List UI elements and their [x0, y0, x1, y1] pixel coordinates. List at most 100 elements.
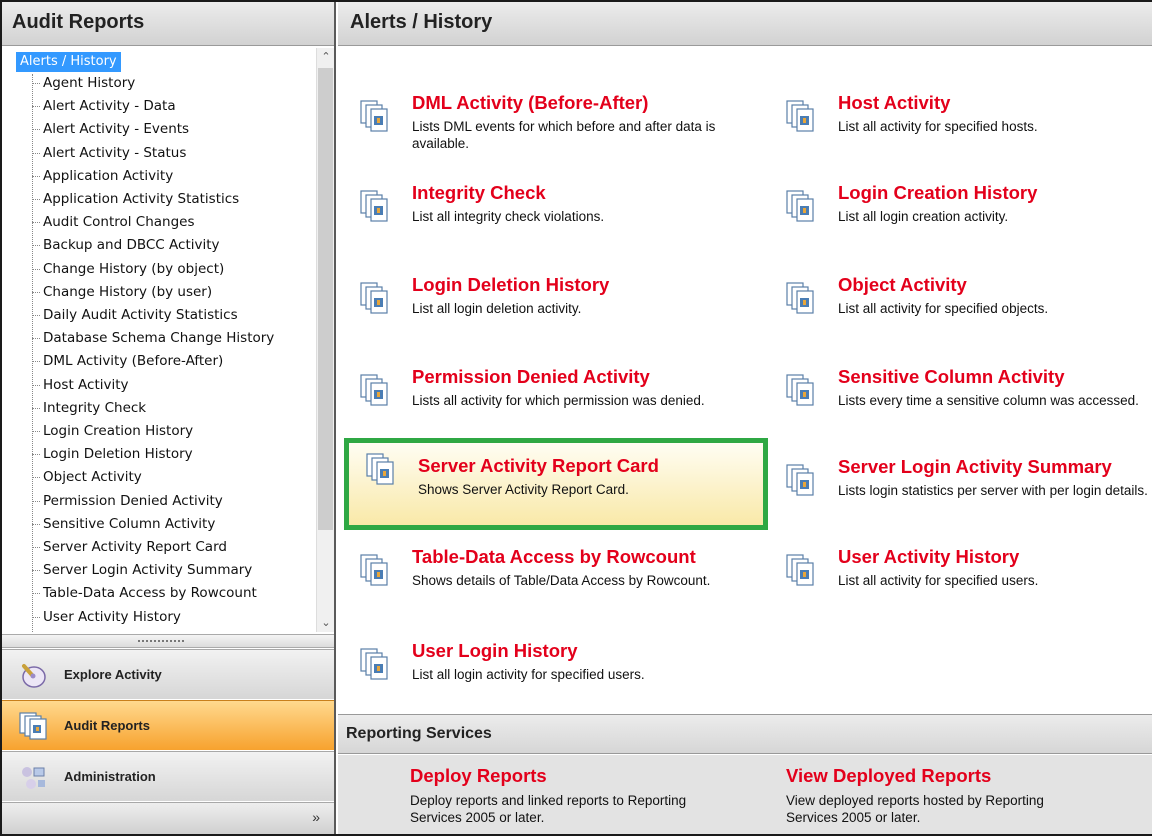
tree-item[interactable]: Daily Audit Activity Statistics: [28, 304, 238, 327]
tree-item-label: Object Activity: [43, 469, 142, 486]
tree-item-label: Application Activity: [43, 167, 174, 184]
tree-item[interactable]: Agent History: [28, 72, 135, 95]
tree-item[interactable]: Login Creation History: [28, 420, 193, 443]
tree-item-label: Alert Activity - Events: [43, 121, 190, 138]
report-title[interactable]: Server Activity Report Card: [418, 455, 659, 477]
tree-item[interactable]: Server Activity Report Card: [28, 536, 227, 559]
report-title[interactable]: DML Activity (Before-After): [412, 92, 648, 114]
tree-item[interactable]: Alert Activity - Status: [28, 142, 186, 165]
tree-item-label: Daily Audit Activity Statistics: [43, 307, 238, 323]
tree-item-label: Table-Data Access by Rowcount: [43, 585, 257, 602]
deploy-reports-link[interactable]: Deploy Reports Deploy reports and linked…: [410, 765, 710, 826]
tree-item[interactable]: Server Login Activity Summary: [28, 559, 252, 582]
report-title[interactable]: User Activity History: [838, 546, 1019, 568]
report-title[interactable]: User Login History: [412, 640, 578, 662]
report-stack-icon: [360, 282, 390, 316]
tree-item[interactable]: User Activity History: [28, 606, 181, 629]
tree-item[interactable]: Table-Data Access by Rowcount: [28, 582, 257, 605]
tree-item[interactable]: Object Activity: [28, 466, 142, 489]
tree-item-label: Host Activity: [43, 376, 129, 393]
view-deployed-desc: View deployed reports hosted by Reportin…: [786, 793, 1044, 825]
report-tree[interactable]: Alerts / History Agent History Alert Acti…: [2, 48, 316, 632]
tree-item[interactable]: Alert Activity - Events: [28, 118, 189, 141]
tree-item[interactable]: Host Activity: [28, 374, 129, 397]
pane-splitter[interactable]: [2, 634, 334, 648]
tree-item[interactable]: Backup and DBCC Activity: [28, 234, 220, 257]
tree-scrollbar[interactable]: ⌃ ⌄: [316, 48, 334, 632]
report-item[interactable]: User Login History List all login activit…: [338, 638, 738, 718]
report-title[interactable]: Table-Data Access by Rowcount: [412, 546, 696, 568]
report-item[interactable]: Object Activity List all activity for spe…: [764, 272, 1152, 352]
tree-item[interactable]: Login Deletion History: [28, 443, 193, 466]
telescope-icon: [22, 664, 46, 688]
report-item[interactable]: User Activity History List all activity f…: [764, 544, 1152, 624]
scroll-thumb[interactable]: [318, 68, 333, 530]
report-title[interactable]: Permission Denied Activity: [412, 366, 650, 388]
tree-item[interactable]: Sensitive Column Activity: [28, 513, 215, 536]
tree-item[interactable]: DML Activity (Before-After): [28, 350, 223, 373]
report-description: List all login deletion activity.: [412, 301, 582, 316]
nav-explore-activity[interactable]: Explore Activity: [2, 649, 334, 699]
tree-item-label: Change History (by object): [43, 260, 225, 277]
report-stack-icon: [786, 464, 816, 498]
report-stack-icon: [786, 282, 816, 316]
report-title[interactable]: Login Deletion History: [412, 274, 609, 296]
tree-item-label: Database Schema Change History: [43, 330, 275, 347]
report-title[interactable]: Integrity Check: [412, 182, 546, 204]
nav-administration[interactable]: Administration: [2, 751, 334, 801]
double-chevron-down-icon[interactable]: »: [312, 809, 320, 825]
tree-item-label: Integrity Check: [43, 399, 147, 416]
view-deployed-title[interactable]: View Deployed Reports: [786, 765, 1086, 787]
scroll-up-arrow-icon[interactable]: ⌃: [317, 48, 335, 66]
tree-item-label: Server Activity Report Card: [43, 539, 227, 555]
tree-item[interactable]: Change History (by user): [28, 281, 212, 304]
report-item[interactable]: Server Activity Report Card Shows Server …: [344, 438, 768, 530]
report-item[interactable]: DML Activity (Before-After) Lists DML eve…: [338, 90, 738, 170]
report-description: List all integrity check violations.: [412, 209, 605, 224]
left-pane-title: Audit Reports: [2, 2, 334, 46]
report-stack-icon: [19, 712, 47, 740]
report-item[interactable]: Host Activity List all activity for speci…: [764, 90, 1152, 170]
report-title[interactable]: Sensitive Column Activity: [838, 366, 1065, 388]
nav-overflow-bar[interactable]: »: [2, 802, 334, 834]
tree-item[interactable]: User Login History: [28, 629, 167, 633]
tree-item[interactable]: Audit Control Changes: [28, 211, 195, 234]
report-description: Shows Server Activity Report Card.: [418, 482, 629, 497]
report-title[interactable]: Login Creation History: [838, 182, 1037, 204]
report-item[interactable]: Integrity Check List all integrity check …: [338, 180, 738, 260]
tree-item[interactable]: Change History (by object): [28, 258, 224, 281]
report-description: Lists all activity for which permission …: [412, 393, 705, 408]
tree-item[interactable]: Application Activity: [28, 165, 173, 188]
tree-item-label: Permission Denied Activity: [43, 492, 223, 509]
tree-item-label: Login Creation History: [43, 423, 194, 439]
tree-item[interactable]: Integrity Check: [28, 397, 146, 420]
tree-item[interactable]: Database Schema Change History: [28, 327, 274, 350]
tree-item-label: Application Activity Statistics: [43, 191, 240, 207]
report-title[interactable]: Host Activity: [838, 92, 950, 114]
report-title[interactable]: Object Activity: [838, 274, 967, 296]
view-deployed-reports-link[interactable]: View Deployed Reports View deployed repo…: [786, 765, 1086, 826]
right-pane: Alerts / History DML Activity (Before-Af…: [338, 2, 1152, 834]
tree-item[interactable]: Alert Activity - Data: [28, 95, 176, 118]
report-description: Shows details of Table/Data Access by Ro…: [412, 573, 711, 588]
report-item[interactable]: Server Login Activity Summary Lists login…: [764, 454, 1152, 534]
nav-audit-reports[interactable]: Audit Reports: [2, 700, 334, 750]
report-item[interactable]: Login Deletion History List all login del…: [338, 272, 738, 352]
tree-item[interactable]: Permission Denied Activity: [28, 490, 223, 513]
tree-item-label: Login Deletion History: [43, 446, 193, 463]
report-stack-icon: [786, 374, 816, 408]
deploy-reports-title[interactable]: Deploy Reports: [410, 765, 710, 787]
report-stack-icon: [786, 554, 816, 588]
report-description: List all activity for specified hosts.: [838, 119, 1038, 134]
tree-item-label: Sensitive Column Activity: [43, 515, 216, 532]
report-item[interactable]: Login Creation History List all login cre…: [764, 180, 1152, 260]
scroll-down-arrow-icon[interactable]: ⌄: [317, 614, 335, 632]
report-title[interactable]: Server Login Activity Summary: [838, 456, 1112, 478]
tree-root-alerts-history[interactable]: Alerts / History: [16, 52, 121, 72]
tree-item[interactable]: Application Activity Statistics: [28, 188, 239, 211]
tree-item-label: DML Activity (Before-After): [43, 353, 224, 370]
report-item[interactable]: Permission Denied Activity Lists all acti…: [338, 364, 738, 444]
report-item[interactable]: Sensitive Column Activity Lists every tim…: [764, 364, 1152, 444]
report-item[interactable]: Table-Data Access by Rowcount Shows detai…: [338, 544, 738, 624]
nav-explore-label: Explore Activity: [64, 667, 162, 682]
